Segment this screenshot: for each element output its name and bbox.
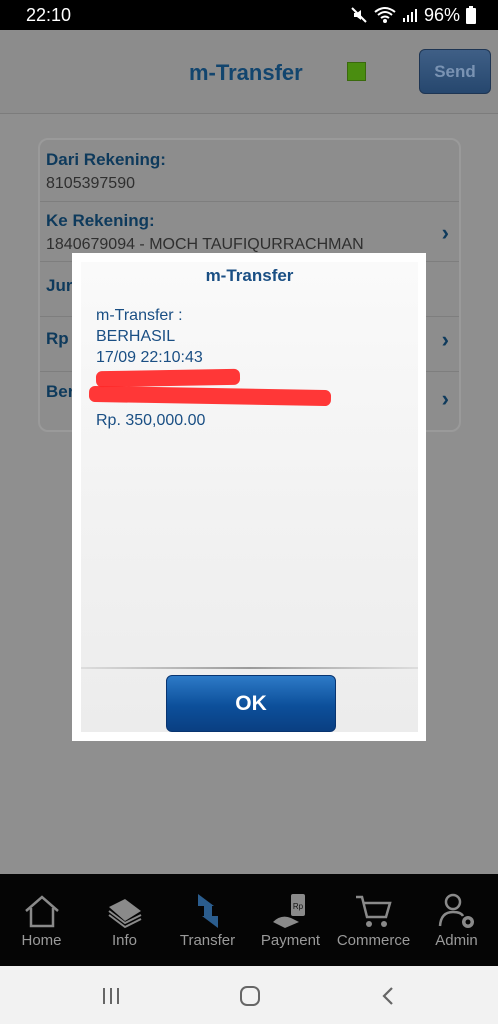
- amount-label: Rp: [46, 329, 69, 348]
- nav-payment-label: Payment: [260, 932, 321, 949]
- nav-info[interactable]: Info: [83, 874, 166, 966]
- from-account-row[interactable]: Dari Rekening: 8105397590: [40, 140, 459, 202]
- bottom-nav: Home Info Transfer Rp Payment Commerce A…: [0, 874, 498, 966]
- dialog-message: m-Transfer : BERHASIL 17/09 22:10:43 Rp.…: [96, 305, 205, 431]
- system-nav-bar: [0, 966, 498, 1024]
- chevron-right-icon: ›: [441, 386, 449, 411]
- nav-transfer-label: Transfer: [179, 932, 236, 949]
- to-account-value: 1840679094 - MOCH TAUFIQURRACHMAN: [46, 236, 364, 253]
- dialog-line: 17/09 22:10:43: [96, 349, 203, 366]
- nav-home[interactable]: Home: [0, 874, 83, 966]
- battery-icon: [466, 6, 476, 24]
- chevron-right-icon: ›: [441, 327, 449, 352]
- from-account-label: Dari Rekening:: [46, 150, 166, 169]
- chevron-right-icon: ›: [441, 220, 449, 245]
- nav-transfer[interactable]: Transfer: [166, 874, 249, 966]
- page-title: m-Transfer: [189, 60, 303, 85]
- result-dialog: m-Transfer m-Transfer : BERHASIL 17/09 2…: [72, 253, 426, 741]
- send-button[interactable]: Send: [419, 49, 491, 94]
- mute-icon: [351, 7, 367, 23]
- recent-apps-icon[interactable]: [101, 986, 121, 1011]
- nav-admin[interactable]: Admin: [415, 874, 498, 966]
- app-header: m-Transfer Send: [0, 30, 498, 114]
- transfer-icon: [190, 890, 226, 932]
- status-time: 22:10: [26, 4, 72, 25]
- redaction-mark: [95, 368, 241, 388]
- info-book-icon: [105, 890, 145, 932]
- admin-icon: [437, 890, 477, 932]
- home-icon: [22, 890, 62, 932]
- svg-text:Rp: Rp: [292, 902, 303, 911]
- type-label: Jur: [46, 276, 73, 295]
- dialog-panel: m-Transfer m-Transfer : BERHASIL 17/09 2…: [81, 262, 418, 732]
- payment-icon: Rp: [271, 890, 311, 932]
- nav-admin-label: Admin: [435, 932, 478, 949]
- nav-home-label: Home: [21, 932, 62, 949]
- cart-icon: [354, 890, 394, 932]
- dialog-title: m-Transfer: [205, 266, 294, 285]
- status-icons: 96%: [350, 5, 476, 26]
- to-account-label: Ke Rekening:: [46, 211, 155, 230]
- wifi-icon: [374, 7, 396, 23]
- nav-commerce[interactable]: Commerce: [332, 874, 415, 966]
- home-button-icon[interactable]: [239, 986, 261, 1011]
- from-account-value: 8105397590: [46, 175, 135, 192]
- ok-button[interactable]: OK: [166, 675, 336, 732]
- status-bar: 22:10 96%: [0, 0, 498, 30]
- note-label: Ber: [46, 382, 75, 401]
- dialog-line: BERHASIL: [96, 328, 176, 345]
- battery-percent: 96%: [423, 4, 460, 25]
- dialog-amount: Rp. 350,000.00: [96, 412, 206, 429]
- connection-status-indicator: [347, 62, 366, 81]
- nav-payment[interactable]: Rp Payment: [249, 874, 332, 966]
- back-icon[interactable]: [380, 986, 396, 1011]
- signal-icon: [402, 9, 417, 22]
- nav-info-label: Info: [111, 932, 138, 949]
- nav-commerce-label: Commerce: [336, 932, 411, 949]
- dialog-line: m-Transfer :: [96, 307, 183, 324]
- dialog-divider: [81, 667, 418, 669]
